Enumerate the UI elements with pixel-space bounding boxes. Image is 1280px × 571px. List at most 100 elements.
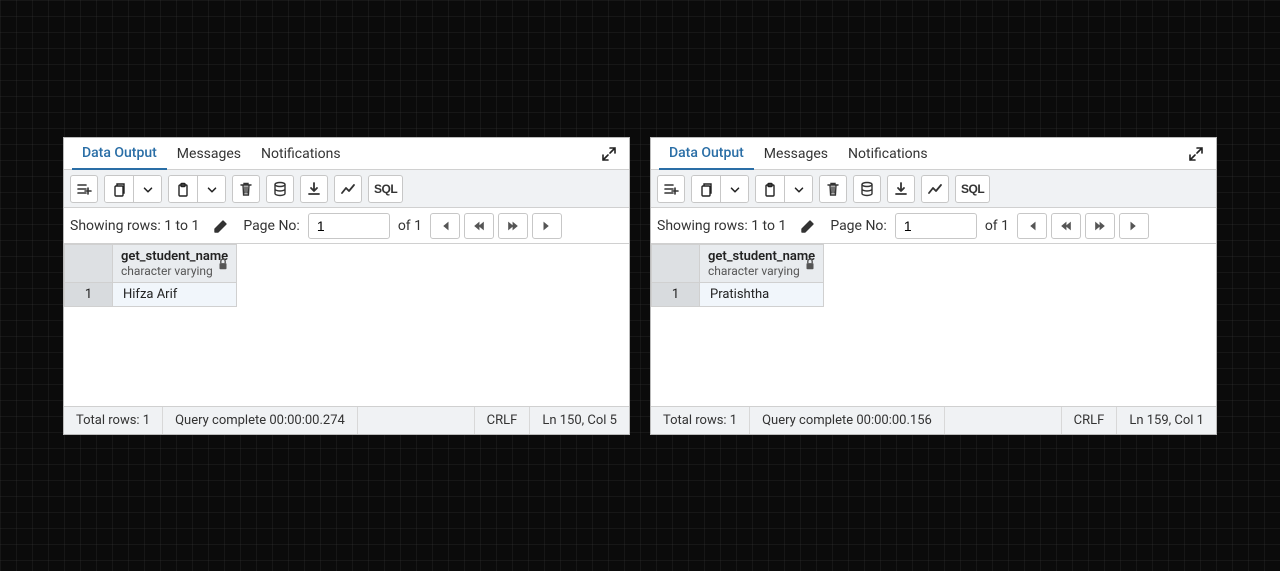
chevron-down-icon <box>728 183 742 197</box>
next-icon <box>1093 219 1107 233</box>
table-row[interactable]: 1 Hifza Arif <box>65 283 237 307</box>
expand-icon <box>1188 146 1204 162</box>
status-query-time: Query complete 00:00:00.156 <box>750 407 945 434</box>
page-number-input[interactable] <box>895 213 977 239</box>
column-header[interactable]: get_student_name character varying <box>113 245 237 283</box>
prev-page-button[interactable] <box>1051 213 1081 239</box>
last-page-button[interactable] <box>1119 213 1149 239</box>
lock-icon <box>216 257 230 271</box>
paste-button[interactable] <box>169 176 197 203</box>
result-panel-left: Data Output Messages Notifications SQL S… <box>63 137 630 435</box>
showing-rows-label: Showing rows: 1 to 1 <box>70 218 199 234</box>
graph-button[interactable] <box>334 175 362 203</box>
first-page-button[interactable] <box>430 213 460 239</box>
column-type: character varying <box>121 264 228 278</box>
tab-data-output[interactable]: Data Output <box>659 138 754 170</box>
tab-messages[interactable]: Messages <box>754 138 838 170</box>
column-header[interactable]: get_student_name character varying <box>700 245 824 283</box>
result-panel-right: Data Output Messages Notifications SQL S… <box>650 137 1217 435</box>
download-button[interactable] <box>300 175 328 203</box>
prev-page-button[interactable] <box>464 213 494 239</box>
tab-notifications[interactable]: Notifications <box>251 138 351 170</box>
column-type: character varying <box>708 264 815 278</box>
result-grid[interactable]: get_student_name character varying 1 Hif… <box>64 244 629 406</box>
status-cursor-pos: Ln 150, Col 5 <box>530 407 629 434</box>
tab-notifications[interactable]: Notifications <box>838 138 938 170</box>
save-data-button[interactable] <box>853 175 881 203</box>
tab-data-output[interactable]: Data Output <box>72 138 167 170</box>
last-icon <box>1127 219 1141 233</box>
download-icon <box>893 181 909 197</box>
copy-group <box>104 175 162 203</box>
paste-dropdown[interactable] <box>197 176 225 203</box>
expand-button[interactable] <box>597 142 621 166</box>
first-page-button[interactable] <box>1017 213 1047 239</box>
last-page-button[interactable] <box>532 213 562 239</box>
delete-button[interactable] <box>819 175 847 203</box>
next-icon <box>506 219 520 233</box>
paste-button[interactable] <box>756 176 784 203</box>
save-data-button[interactable] <box>266 175 294 203</box>
add-row-button[interactable] <box>70 175 98 203</box>
expand-button[interactable] <box>1184 142 1208 166</box>
table-row[interactable]: 1 Pratishtha <box>652 283 824 307</box>
prev-icon <box>472 219 486 233</box>
edit-rows-button[interactable] <box>794 212 822 240</box>
chevron-down-icon <box>205 183 219 197</box>
status-bar: Total rows: 1 Query complete 00:00:00.27… <box>64 406 629 434</box>
status-query-time: Query complete 00:00:00.274 <box>163 407 358 434</box>
result-grid[interactable]: get_student_name character varying 1 Pra… <box>651 244 1216 406</box>
lock-icon <box>803 257 817 271</box>
download-button[interactable] <box>887 175 915 203</box>
copy-button[interactable] <box>692 176 720 203</box>
copy-icon <box>698 182 714 198</box>
pencil-icon <box>800 218 816 234</box>
trash-icon <box>238 181 254 197</box>
copy-button[interactable] <box>105 176 133 203</box>
paste-group <box>168 175 226 203</box>
paste-group <box>755 175 813 203</box>
copy-dropdown[interactable] <box>720 176 748 203</box>
toolbar: SQL <box>64 170 629 208</box>
database-icon <box>859 181 875 197</box>
edit-rows-button[interactable] <box>207 212 235 240</box>
status-total-rows: Total rows: 1 <box>651 407 750 434</box>
delete-button[interactable] <box>232 175 260 203</box>
chevron-down-icon <box>792 183 806 197</box>
next-page-button[interactable] <box>1085 213 1115 239</box>
page-number-input[interactable] <box>308 213 390 239</box>
paste-icon <box>762 182 778 198</box>
next-page-button[interactable] <box>498 213 528 239</box>
trash-icon <box>825 181 841 197</box>
add-row-icon <box>76 181 92 197</box>
status-bar: Total rows: 1 Query complete 00:00:00.15… <box>651 406 1216 434</box>
tab-messages[interactable]: Messages <box>167 138 251 170</box>
sql-button[interactable]: SQL <box>955 175 990 203</box>
cell-value[interactable]: Hifza Arif <box>113 283 237 307</box>
prev-icon <box>1059 219 1073 233</box>
graph-button[interactable] <box>921 175 949 203</box>
first-icon <box>1025 219 1039 233</box>
copy-group <box>691 175 749 203</box>
status-line-ending: CRLF <box>1062 407 1118 434</box>
page-of-label: of 1 <box>985 218 1009 234</box>
add-row-button[interactable] <box>657 175 685 203</box>
column-name: get_student_name <box>121 249 228 264</box>
cell-value[interactable]: Pratishtha <box>700 283 824 307</box>
status-line-ending: CRLF <box>475 407 531 434</box>
page-of-label: of 1 <box>398 218 422 234</box>
paste-icon <box>175 182 191 198</box>
sql-button[interactable]: SQL <box>368 175 403 203</box>
copy-icon <box>111 182 127 198</box>
expand-icon <box>601 146 617 162</box>
corner-cell <box>65 245 113 283</box>
database-icon <box>272 181 288 197</box>
pager-row: Showing rows: 1 to 1 Page No: of 1 <box>651 208 1216 244</box>
pencil-icon <box>213 218 229 234</box>
status-total-rows: Total rows: 1 <box>64 407 163 434</box>
copy-dropdown[interactable] <box>133 176 161 203</box>
column-name: get_student_name <box>708 249 815 264</box>
row-number: 1 <box>65 283 113 307</box>
corner-cell <box>652 245 700 283</box>
paste-dropdown[interactable] <box>784 176 812 203</box>
